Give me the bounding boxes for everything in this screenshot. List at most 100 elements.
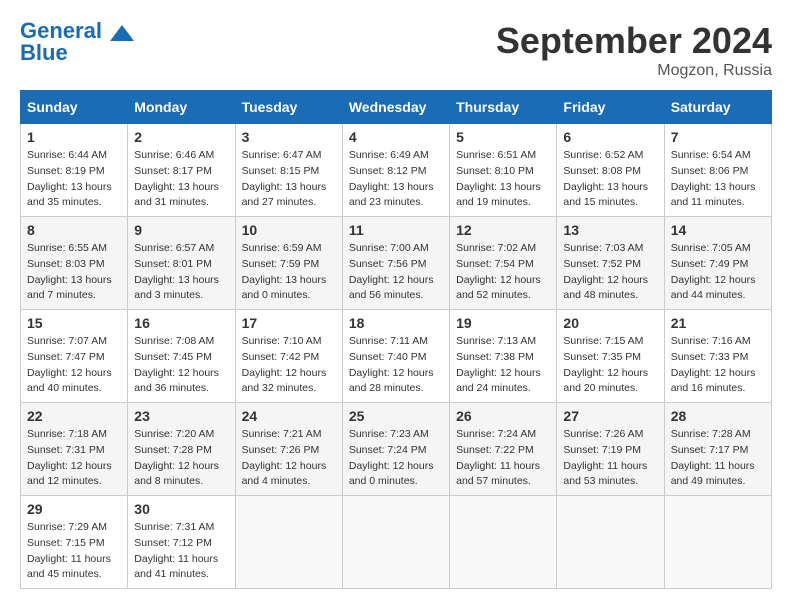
- calendar-cell: 21 Sunrise: 7:16 AMSunset: 7:33 PMDaylig…: [664, 310, 771, 403]
- day-info: Sunrise: 6:52 AMSunset: 8:08 PMDaylight:…: [563, 149, 648, 208]
- day-number: 8: [27, 222, 121, 238]
- calendar-cell: 26 Sunrise: 7:24 AMSunset: 7:22 PMDaylig…: [450, 403, 557, 496]
- calendar-cell: 6 Sunrise: 6:52 AMSunset: 8:08 PMDayligh…: [557, 124, 664, 217]
- day-number: 3: [242, 129, 336, 145]
- day-number: 11: [349, 222, 443, 238]
- calendar-cell: 1 Sunrise: 6:44 AMSunset: 8:19 PMDayligh…: [21, 124, 128, 217]
- day-info: Sunrise: 7:15 AMSunset: 7:35 PMDaylight:…: [563, 335, 648, 394]
- day-number: 25: [349, 408, 443, 424]
- calendar-week-row: 8 Sunrise: 6:55 AMSunset: 8:03 PMDayligh…: [21, 217, 772, 310]
- day-info: Sunrise: 7:23 AMSunset: 7:24 PMDaylight:…: [349, 428, 434, 487]
- day-number: 12: [456, 222, 550, 238]
- day-info: Sunrise: 6:55 AMSunset: 8:03 PMDaylight:…: [27, 242, 112, 301]
- day-number: 15: [27, 315, 121, 331]
- day-number: 7: [671, 129, 765, 145]
- day-number: 28: [671, 408, 765, 424]
- logo: General Blue: [20, 20, 138, 64]
- day-number: 18: [349, 315, 443, 331]
- day-number: 30: [134, 501, 228, 517]
- day-number: 6: [563, 129, 657, 145]
- logo-text: General Blue: [20, 20, 102, 64]
- header-wednesday: Wednesday: [342, 91, 449, 124]
- day-info: Sunrise: 6:51 AMSunset: 8:10 PMDaylight:…: [456, 149, 541, 208]
- day-info: Sunrise: 7:21 AMSunset: 7:26 PMDaylight:…: [242, 428, 327, 487]
- logo-icon: [106, 21, 138, 53]
- calendar-cell: [235, 496, 342, 589]
- day-number: 2: [134, 129, 228, 145]
- calendar-cell: 10 Sunrise: 6:59 AMSunset: 7:59 PMDaylig…: [235, 217, 342, 310]
- day-number: 5: [456, 129, 550, 145]
- day-info: Sunrise: 7:00 AMSunset: 7:56 PMDaylight:…: [349, 242, 434, 301]
- day-info: Sunrise: 7:05 AMSunset: 7:49 PMDaylight:…: [671, 242, 756, 301]
- header-sunday: Sunday: [21, 91, 128, 124]
- header-thursday: Thursday: [450, 91, 557, 124]
- day-number: 1: [27, 129, 121, 145]
- calendar-cell: 17 Sunrise: 7:10 AMSunset: 7:42 PMDaylig…: [235, 310, 342, 403]
- day-number: 14: [671, 222, 765, 238]
- day-number: 10: [242, 222, 336, 238]
- calendar-week-row: 1 Sunrise: 6:44 AMSunset: 8:19 PMDayligh…: [21, 124, 772, 217]
- calendar-cell: [557, 496, 664, 589]
- calendar-cell: 5 Sunrise: 6:51 AMSunset: 8:10 PMDayligh…: [450, 124, 557, 217]
- day-number: 26: [456, 408, 550, 424]
- day-number: 24: [242, 408, 336, 424]
- day-number: 20: [563, 315, 657, 331]
- day-info: Sunrise: 7:07 AMSunset: 7:47 PMDaylight:…: [27, 335, 112, 394]
- calendar-cell: 27 Sunrise: 7:26 AMSunset: 7:19 PMDaylig…: [557, 403, 664, 496]
- day-number: 17: [242, 315, 336, 331]
- day-info: Sunrise: 7:24 AMSunset: 7:22 PMDaylight:…: [456, 428, 540, 487]
- day-info: Sunrise: 6:59 AMSunset: 7:59 PMDaylight:…: [242, 242, 327, 301]
- day-info: Sunrise: 6:47 AMSunset: 8:15 PMDaylight:…: [242, 149, 327, 208]
- calendar-cell: 29 Sunrise: 7:29 AMSunset: 7:15 PMDaylig…: [21, 496, 128, 589]
- header-friday: Friday: [557, 91, 664, 124]
- calendar-cell: [342, 496, 449, 589]
- day-info: Sunrise: 7:03 AMSunset: 7:52 PMDaylight:…: [563, 242, 648, 301]
- calendar-cell: 16 Sunrise: 7:08 AMSunset: 7:45 PMDaylig…: [128, 310, 235, 403]
- calendar-cell: 24 Sunrise: 7:21 AMSunset: 7:26 PMDaylig…: [235, 403, 342, 496]
- day-number: 23: [134, 408, 228, 424]
- calendar-cell: 25 Sunrise: 7:23 AMSunset: 7:24 PMDaylig…: [342, 403, 449, 496]
- day-number: 13: [563, 222, 657, 238]
- day-number: 21: [671, 315, 765, 331]
- header-tuesday: Tuesday: [235, 91, 342, 124]
- day-info: Sunrise: 7:02 AMSunset: 7:54 PMDaylight:…: [456, 242, 541, 301]
- calendar-week-row: 15 Sunrise: 7:07 AMSunset: 7:47 PMDaylig…: [21, 310, 772, 403]
- day-info: Sunrise: 7:13 AMSunset: 7:38 PMDaylight:…: [456, 335, 541, 394]
- calendar-cell: 13 Sunrise: 7:03 AMSunset: 7:52 PMDaylig…: [557, 217, 664, 310]
- calendar-week-row: 29 Sunrise: 7:29 AMSunset: 7:15 PMDaylig…: [21, 496, 772, 589]
- day-info: Sunrise: 6:54 AMSunset: 8:06 PMDaylight:…: [671, 149, 756, 208]
- day-number: 27: [563, 408, 657, 424]
- day-info: Sunrise: 7:11 AMSunset: 7:40 PMDaylight:…: [349, 335, 434, 394]
- month-title: September 2024: [496, 20, 772, 62]
- calendar-cell: 2 Sunrise: 6:46 AMSunset: 8:17 PMDayligh…: [128, 124, 235, 217]
- day-info: Sunrise: 6:49 AMSunset: 8:12 PMDaylight:…: [349, 149, 434, 208]
- day-number: 16: [134, 315, 228, 331]
- calendar-cell: 9 Sunrise: 6:57 AMSunset: 8:01 PMDayligh…: [128, 217, 235, 310]
- day-info: Sunrise: 6:46 AMSunset: 8:17 PMDaylight:…: [134, 149, 219, 208]
- calendar-cell: 8 Sunrise: 6:55 AMSunset: 8:03 PMDayligh…: [21, 217, 128, 310]
- title-block: September 2024 Mogzon, Russia: [496, 20, 772, 80]
- header-monday: Monday: [128, 91, 235, 124]
- day-number: 29: [27, 501, 121, 517]
- calendar-cell: 20 Sunrise: 7:15 AMSunset: 7:35 PMDaylig…: [557, 310, 664, 403]
- day-info: Sunrise: 7:26 AMSunset: 7:19 PMDaylight:…: [563, 428, 647, 487]
- day-number: 22: [27, 408, 121, 424]
- calendar-cell: [450, 496, 557, 589]
- header-saturday: Saturday: [664, 91, 771, 124]
- day-info: Sunrise: 7:10 AMSunset: 7:42 PMDaylight:…: [242, 335, 327, 394]
- calendar-cell: 7 Sunrise: 6:54 AMSunset: 8:06 PMDayligh…: [664, 124, 771, 217]
- calendar-table: Sunday Monday Tuesday Wednesday Thursday…: [20, 90, 772, 589]
- weekday-header-row: Sunday Monday Tuesday Wednesday Thursday…: [21, 91, 772, 124]
- day-info: Sunrise: 7:28 AMSunset: 7:17 PMDaylight:…: [671, 428, 755, 487]
- calendar-cell: 12 Sunrise: 7:02 AMSunset: 7:54 PMDaylig…: [450, 217, 557, 310]
- calendar-cell: 19 Sunrise: 7:13 AMSunset: 7:38 PMDaylig…: [450, 310, 557, 403]
- page-header: General Blue September 2024 Mogzon, Russ…: [20, 20, 772, 80]
- day-info: Sunrise: 6:44 AMSunset: 8:19 PMDaylight:…: [27, 149, 112, 208]
- calendar-cell: 22 Sunrise: 7:18 AMSunset: 7:31 PMDaylig…: [21, 403, 128, 496]
- calendar-cell: 11 Sunrise: 7:00 AMSunset: 7:56 PMDaylig…: [342, 217, 449, 310]
- day-number: 19: [456, 315, 550, 331]
- calendar-cell: 3 Sunrise: 6:47 AMSunset: 8:15 PMDayligh…: [235, 124, 342, 217]
- day-info: Sunrise: 7:08 AMSunset: 7:45 PMDaylight:…: [134, 335, 219, 394]
- calendar-cell: 4 Sunrise: 6:49 AMSunset: 8:12 PMDayligh…: [342, 124, 449, 217]
- calendar-cell: 23 Sunrise: 7:20 AMSunset: 7:28 PMDaylig…: [128, 403, 235, 496]
